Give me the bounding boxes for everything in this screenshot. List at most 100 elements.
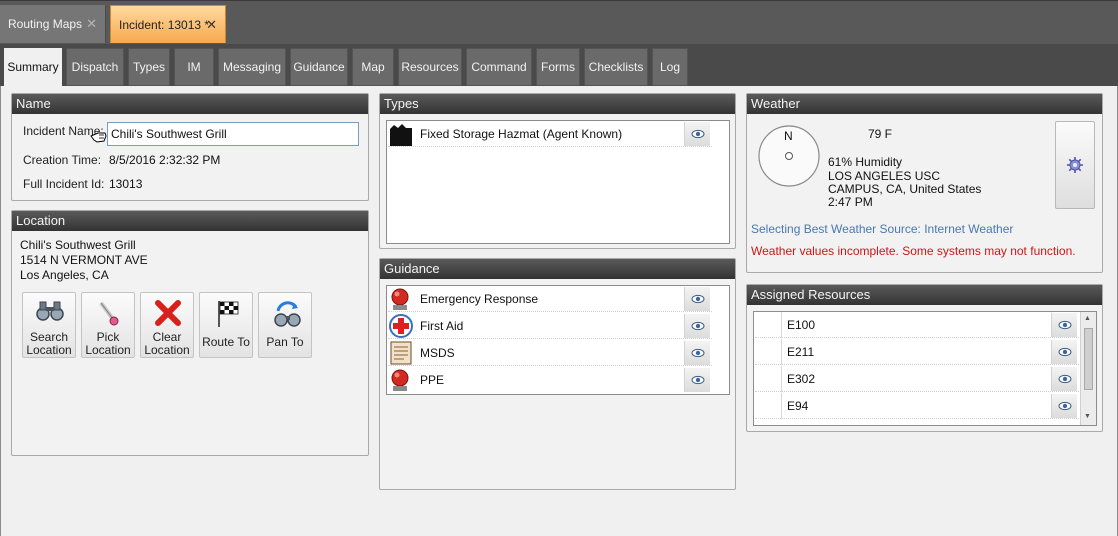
button-label: Pan To — [266, 335, 304, 349]
guidance-panel: Guidance Emergency Response First Aid MS… — [379, 258, 736, 490]
tab-summary[interactable]: Summary — [4, 48, 62, 86]
pick-pointer-icon — [99, 301, 119, 326]
row-divider — [781, 312, 782, 338]
guidance-label: Emergency Response — [420, 291, 539, 306]
checkered-flag-icon — [218, 301, 239, 327]
building-icon — [390, 124, 412, 146]
weather-settings-button[interactable] — [1055, 121, 1095, 209]
eye-icon — [691, 129, 704, 139]
creation-time-value: 8/5/2016 2:32:32 PM — [109, 153, 221, 167]
doc-tab-label: Incident: 13013 * — [119, 17, 210, 32]
temperature-value: 79 F — [868, 127, 893, 141]
guidance-list: Emergency Response First Aid MSDS PPE — [386, 285, 730, 395]
eye-icon — [1058, 347, 1071, 357]
scrollbar-thumb[interactable] — [1084, 328, 1093, 390]
tab-dispatch[interactable]: Dispatch — [66, 48, 124, 86]
eye-icon — [1058, 320, 1071, 330]
list-item[interactable]: E211 — [755, 339, 1079, 365]
eye-icon — [691, 321, 704, 331]
list-item[interactable]: Fixed Storage Hazmat (Agent Known) — [388, 121, 712, 147]
list-item[interactable]: PPE — [388, 367, 712, 393]
clear-location-button[interactable]: Clear Location — [140, 292, 194, 358]
search-location-button[interactable]: Search Location — [22, 292, 76, 358]
weather-source-text: Selecting Best Weather Source: Internet … — [751, 222, 1014, 236]
full-incident-id-value: 13013 — [109, 177, 143, 191]
resources-scrollbar[interactable]: ▲ ▼ — [1080, 312, 1096, 425]
tab-log[interactable]: Log — [652, 48, 688, 86]
resources-list: E100 E211 E302 E94 ▲ ▼ — [753, 311, 1097, 426]
incident-name-input[interactable] — [107, 122, 359, 146]
binoculars-icon — [36, 301, 64, 321]
full-incident-id-label: Full Incident Id: — [23, 177, 105, 191]
assigned-resources-panel: Assigned Resources E100 E211 E302 E94 ▲ … — [746, 284, 1103, 432]
panel-title: Assigned Resources — [747, 285, 1102, 305]
view-resource-button[interactable] — [1051, 394, 1077, 418]
tab-checklists[interactable]: Checklists — [584, 48, 648, 86]
resource-label: E302 — [787, 371, 816, 386]
weather-panel: Weather N 79 F 61% Humidity LOS ANGELES … — [746, 93, 1103, 273]
red-x-icon — [155, 300, 181, 326]
weather-time: 2:47 PM — [828, 195, 873, 209]
pan-binoculars-icon — [274, 301, 301, 327]
resource-label: E211 — [787, 344, 815, 359]
address-line-name: Chili's Southwest Grill — [20, 238, 136, 252]
panel-title: Weather — [747, 94, 1102, 114]
panel-title: Location — [12, 211, 368, 231]
route-to-button[interactable]: Route To — [199, 292, 253, 358]
view-resource-button[interactable] — [1051, 367, 1077, 391]
panel-title: Types — [380, 94, 735, 114]
tab-types[interactable]: Types — [128, 48, 170, 86]
address-line-city: Los Angeles, CA — [20, 268, 109, 282]
eye-icon — [1058, 401, 1071, 411]
gear-icon — [1067, 157, 1083, 173]
incident-tab-bar: Summary Dispatch Types IM Messaging Guid… — [0, 44, 1118, 86]
pan-to-button[interactable]: Pan To — [258, 292, 312, 358]
eye-icon — [691, 294, 704, 304]
address-line-street: 1514 N VERMONT AVE — [20, 253, 148, 267]
row-divider — [781, 366, 782, 392]
summary-content: Name Incident Name: Creation Time: 8/5/2… — [0, 86, 1118, 536]
scroll-down-icon[interactable]: ▼ — [1084, 413, 1091, 420]
guidance-label: PPE — [420, 373, 445, 387]
resource-label: E94 — [787, 398, 809, 413]
eye-icon — [1058, 374, 1071, 384]
list-item[interactable]: First Aid — [388, 313, 712, 339]
tab-command[interactable]: Command — [466, 48, 532, 86]
view-guidance-button[interactable] — [684, 287, 710, 311]
list-item[interactable]: E94 — [755, 393, 1079, 419]
list-item[interactable]: E100 — [755, 312, 1079, 338]
alarm-bell-icon — [391, 369, 409, 391]
view-resource-button[interactable] — [1051, 313, 1077, 337]
location-panel: Location Chili's Southwest Grill 1514 N … — [11, 210, 369, 456]
eye-icon — [691, 375, 704, 385]
pick-location-button[interactable]: Pick Location — [81, 292, 135, 358]
doc-tab-incident[interactable]: Incident: 13013 * ✕ — [110, 5, 226, 43]
list-item[interactable]: E302 — [755, 366, 1079, 392]
tab-resources[interactable]: Resources — [398, 48, 462, 86]
doc-tab-routing-maps[interactable]: Routing Maps ✕ — [0, 5, 106, 43]
document-tab-bar: Routing Maps ✕ Incident: 13013 * ✕ — [0, 0, 1118, 44]
close-icon[interactable]: ✕ — [86, 16, 97, 32]
tab-guidance[interactable]: Guidance — [290, 48, 348, 86]
tab-map[interactable]: Map — [352, 48, 394, 86]
list-item[interactable]: MSDS — [388, 340, 712, 366]
list-item[interactable]: Emergency Response — [388, 286, 712, 312]
view-guidance-button[interactable] — [684, 314, 710, 338]
view-type-button[interactable] — [684, 122, 710, 146]
button-label: Route To — [202, 335, 250, 349]
weather-warning-text: Weather values incomplete. Some systems … — [751, 244, 1076, 258]
tab-im[interactable]: IM — [174, 48, 214, 86]
tab-forms[interactable]: Forms — [536, 48, 580, 86]
compass-north-label: N — [784, 129, 793, 143]
view-guidance-button[interactable] — [684, 368, 710, 392]
guidance-label: First Aid — [420, 318, 464, 333]
row-divider — [781, 393, 782, 419]
eye-icon — [691, 348, 704, 358]
tab-messaging[interactable]: Messaging — [218, 48, 286, 86]
view-guidance-button[interactable] — [684, 341, 710, 365]
close-icon[interactable]: ✕ — [206, 17, 217, 33]
button-label: Location — [26, 343, 72, 357]
view-resource-button[interactable] — [1051, 340, 1077, 364]
button-label: Location — [85, 343, 131, 357]
scroll-up-icon[interactable]: ▲ — [1084, 315, 1091, 322]
